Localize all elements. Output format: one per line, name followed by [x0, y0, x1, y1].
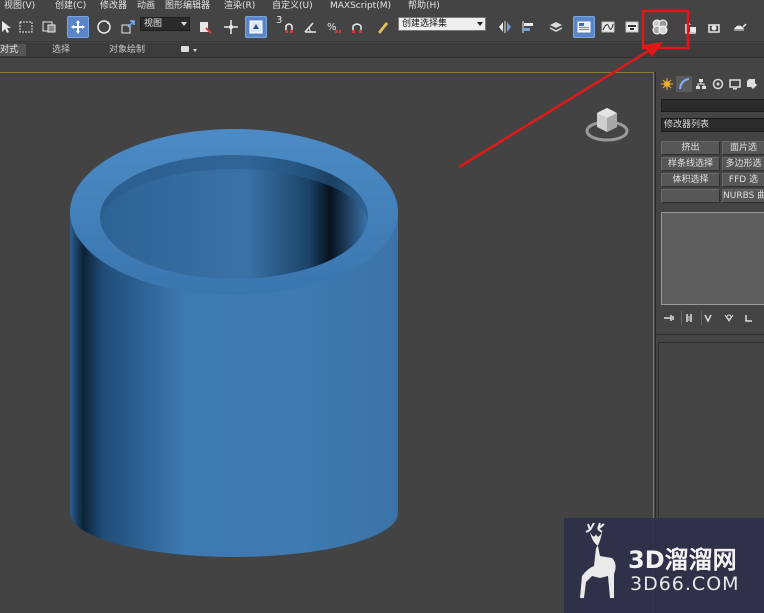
- menu-maxscript[interactable]: MAXScript(M): [330, 0, 391, 12]
- watermark: 3D溜溜网 3D66.COM: [564, 518, 764, 613]
- spline-select-button[interactable]: 样条线选择: [661, 157, 720, 171]
- object-name-field[interactable]: [661, 99, 764, 112]
- utilities-tab-icon[interactable]: [744, 76, 760, 92]
- make-unique-icon[interactable]: [701, 311, 717, 325]
- keyboard-shortcut-override-icon[interactable]: [245, 16, 267, 38]
- nurbs-surface-button[interactable]: NURBS 曲面: [722, 189, 764, 203]
- mirror-icon[interactable]: [494, 16, 516, 38]
- select-and-scale-icon[interactable]: [117, 16, 139, 38]
- curve-editor-icon[interactable]: [597, 16, 619, 38]
- chevron-down-icon: [477, 22, 483, 26]
- 3dsmax-window: 视图(V) 创建(C) 修改器 动画 图形编辑器 渲染(R) 自定义(U) MA…: [0, 0, 764, 613]
- menu-bar: 视图(V) 创建(C) 修改器 动画 图形编辑器 渲染(R) 自定义(U) MA…: [0, 0, 764, 12]
- spinner-snap-icon[interactable]: [346, 16, 368, 38]
- select-and-manipulate-icon[interactable]: [220, 16, 242, 38]
- chevron-down-icon: [181, 22, 187, 26]
- angle-snap-icon[interactable]: [300, 16, 322, 38]
- named-selection-set-dropdown[interactable]: 创建选择集: [398, 17, 486, 31]
- rect-selection-icon[interactable]: [15, 16, 37, 38]
- modify-tab-icon[interactable]: [676, 76, 692, 92]
- command-panel-tabs: [659, 76, 761, 92]
- view-cube-icon[interactable]: [585, 101, 631, 147]
- select-and-rotate-icon[interactable]: [93, 16, 115, 38]
- layer-manager-icon[interactable]: [545, 16, 567, 38]
- menu-graph-editors[interactable]: 图形编辑器: [165, 0, 210, 12]
- motion-tab-icon[interactable]: [710, 76, 726, 92]
- render-production-icon[interactable]: [728, 16, 750, 38]
- reference-coordinate-dropdown[interactable]: 视图: [140, 17, 190, 31]
- modifier-stack-list[interactable]: [661, 212, 764, 305]
- schematic-view-icon[interactable]: [621, 16, 643, 38]
- chevron-down-icon: [193, 49, 197, 52]
- watermark-url: 3D66.COM: [630, 573, 740, 595]
- poly-select-button[interactable]: 多边形选: [722, 157, 764, 171]
- watermark-brand: 3D溜溜网: [628, 546, 737, 574]
- ribbon-options-icon[interactable]: [181, 46, 189, 52]
- ribbon-tab-object-paint[interactable]: 对象绘制: [109, 44, 145, 56]
- patch-select-button[interactable]: 面片选: [722, 141, 764, 155]
- ffd-select-button[interactable]: FFD 选: [722, 173, 764, 187]
- percent-snap-icon[interactable]: %: [323, 16, 345, 38]
- scene-explorer-icon[interactable]: [573, 16, 595, 38]
- ribbon-tab-selection[interactable]: 选择: [52, 44, 70, 56]
- ribbon-tab-modeling[interactable]: 对式: [0, 44, 27, 56]
- hierarchy-tab-icon[interactable]: [693, 76, 709, 92]
- empty-modifier-button[interactable]: [661, 189, 720, 203]
- rendered-frame-window-icon[interactable]: [703, 16, 725, 38]
- select-and-move-icon[interactable]: [67, 16, 89, 38]
- material-editor-icon[interactable]: [649, 16, 671, 38]
- menu-modifiers[interactable]: 修改器: [100, 0, 127, 12]
- menu-view[interactable]: 视图(V): [4, 0, 35, 12]
- show-end-result-icon[interactable]: [681, 311, 697, 325]
- extrude-button[interactable]: 挤出: [661, 141, 720, 155]
- display-tab-icon[interactable]: [727, 76, 743, 92]
- deer-logo-icon: [580, 522, 616, 598]
- window-crossing-icon[interactable]: [38, 16, 60, 38]
- pin-stack-icon[interactable]: [661, 311, 677, 325]
- panel-divider: [656, 334, 764, 335]
- menu-create[interactable]: 创建(C): [55, 0, 86, 12]
- menu-animation[interactable]: 动画: [137, 0, 155, 12]
- snaps-toggle-icon[interactable]: [278, 16, 300, 38]
- menu-customize[interactable]: 自定义(U): [272, 0, 313, 12]
- menu-help[interactable]: 帮助(H): [408, 0, 440, 12]
- tube-object[interactable]: [0, 73, 654, 613]
- configure-modifier-sets-icon[interactable]: [741, 311, 757, 325]
- render-setup-icon[interactable]: [680, 16, 702, 38]
- ribbon-bar: 对式 选择 对象绘制: [0, 43, 764, 58]
- perspective-viewport[interactable]: [0, 72, 654, 613]
- menu-rendering[interactable]: 渲染(R): [224, 0, 255, 12]
- align-icon[interactable]: [517, 16, 539, 38]
- stack-controls: [661, 311, 761, 325]
- edit-named-selection-icon[interactable]: [372, 16, 394, 38]
- create-tab-icon[interactable]: [659, 76, 675, 92]
- volume-select-button[interactable]: 体积选择: [661, 173, 720, 187]
- remove-modifier-icon[interactable]: [721, 311, 737, 325]
- pivot-center-icon[interactable]: [194, 16, 216, 38]
- main-toolbar: 视图 3 % 创建选择集: [0, 12, 764, 42]
- modifier-list-dropdown[interactable]: 修改器列表: [661, 118, 764, 132]
